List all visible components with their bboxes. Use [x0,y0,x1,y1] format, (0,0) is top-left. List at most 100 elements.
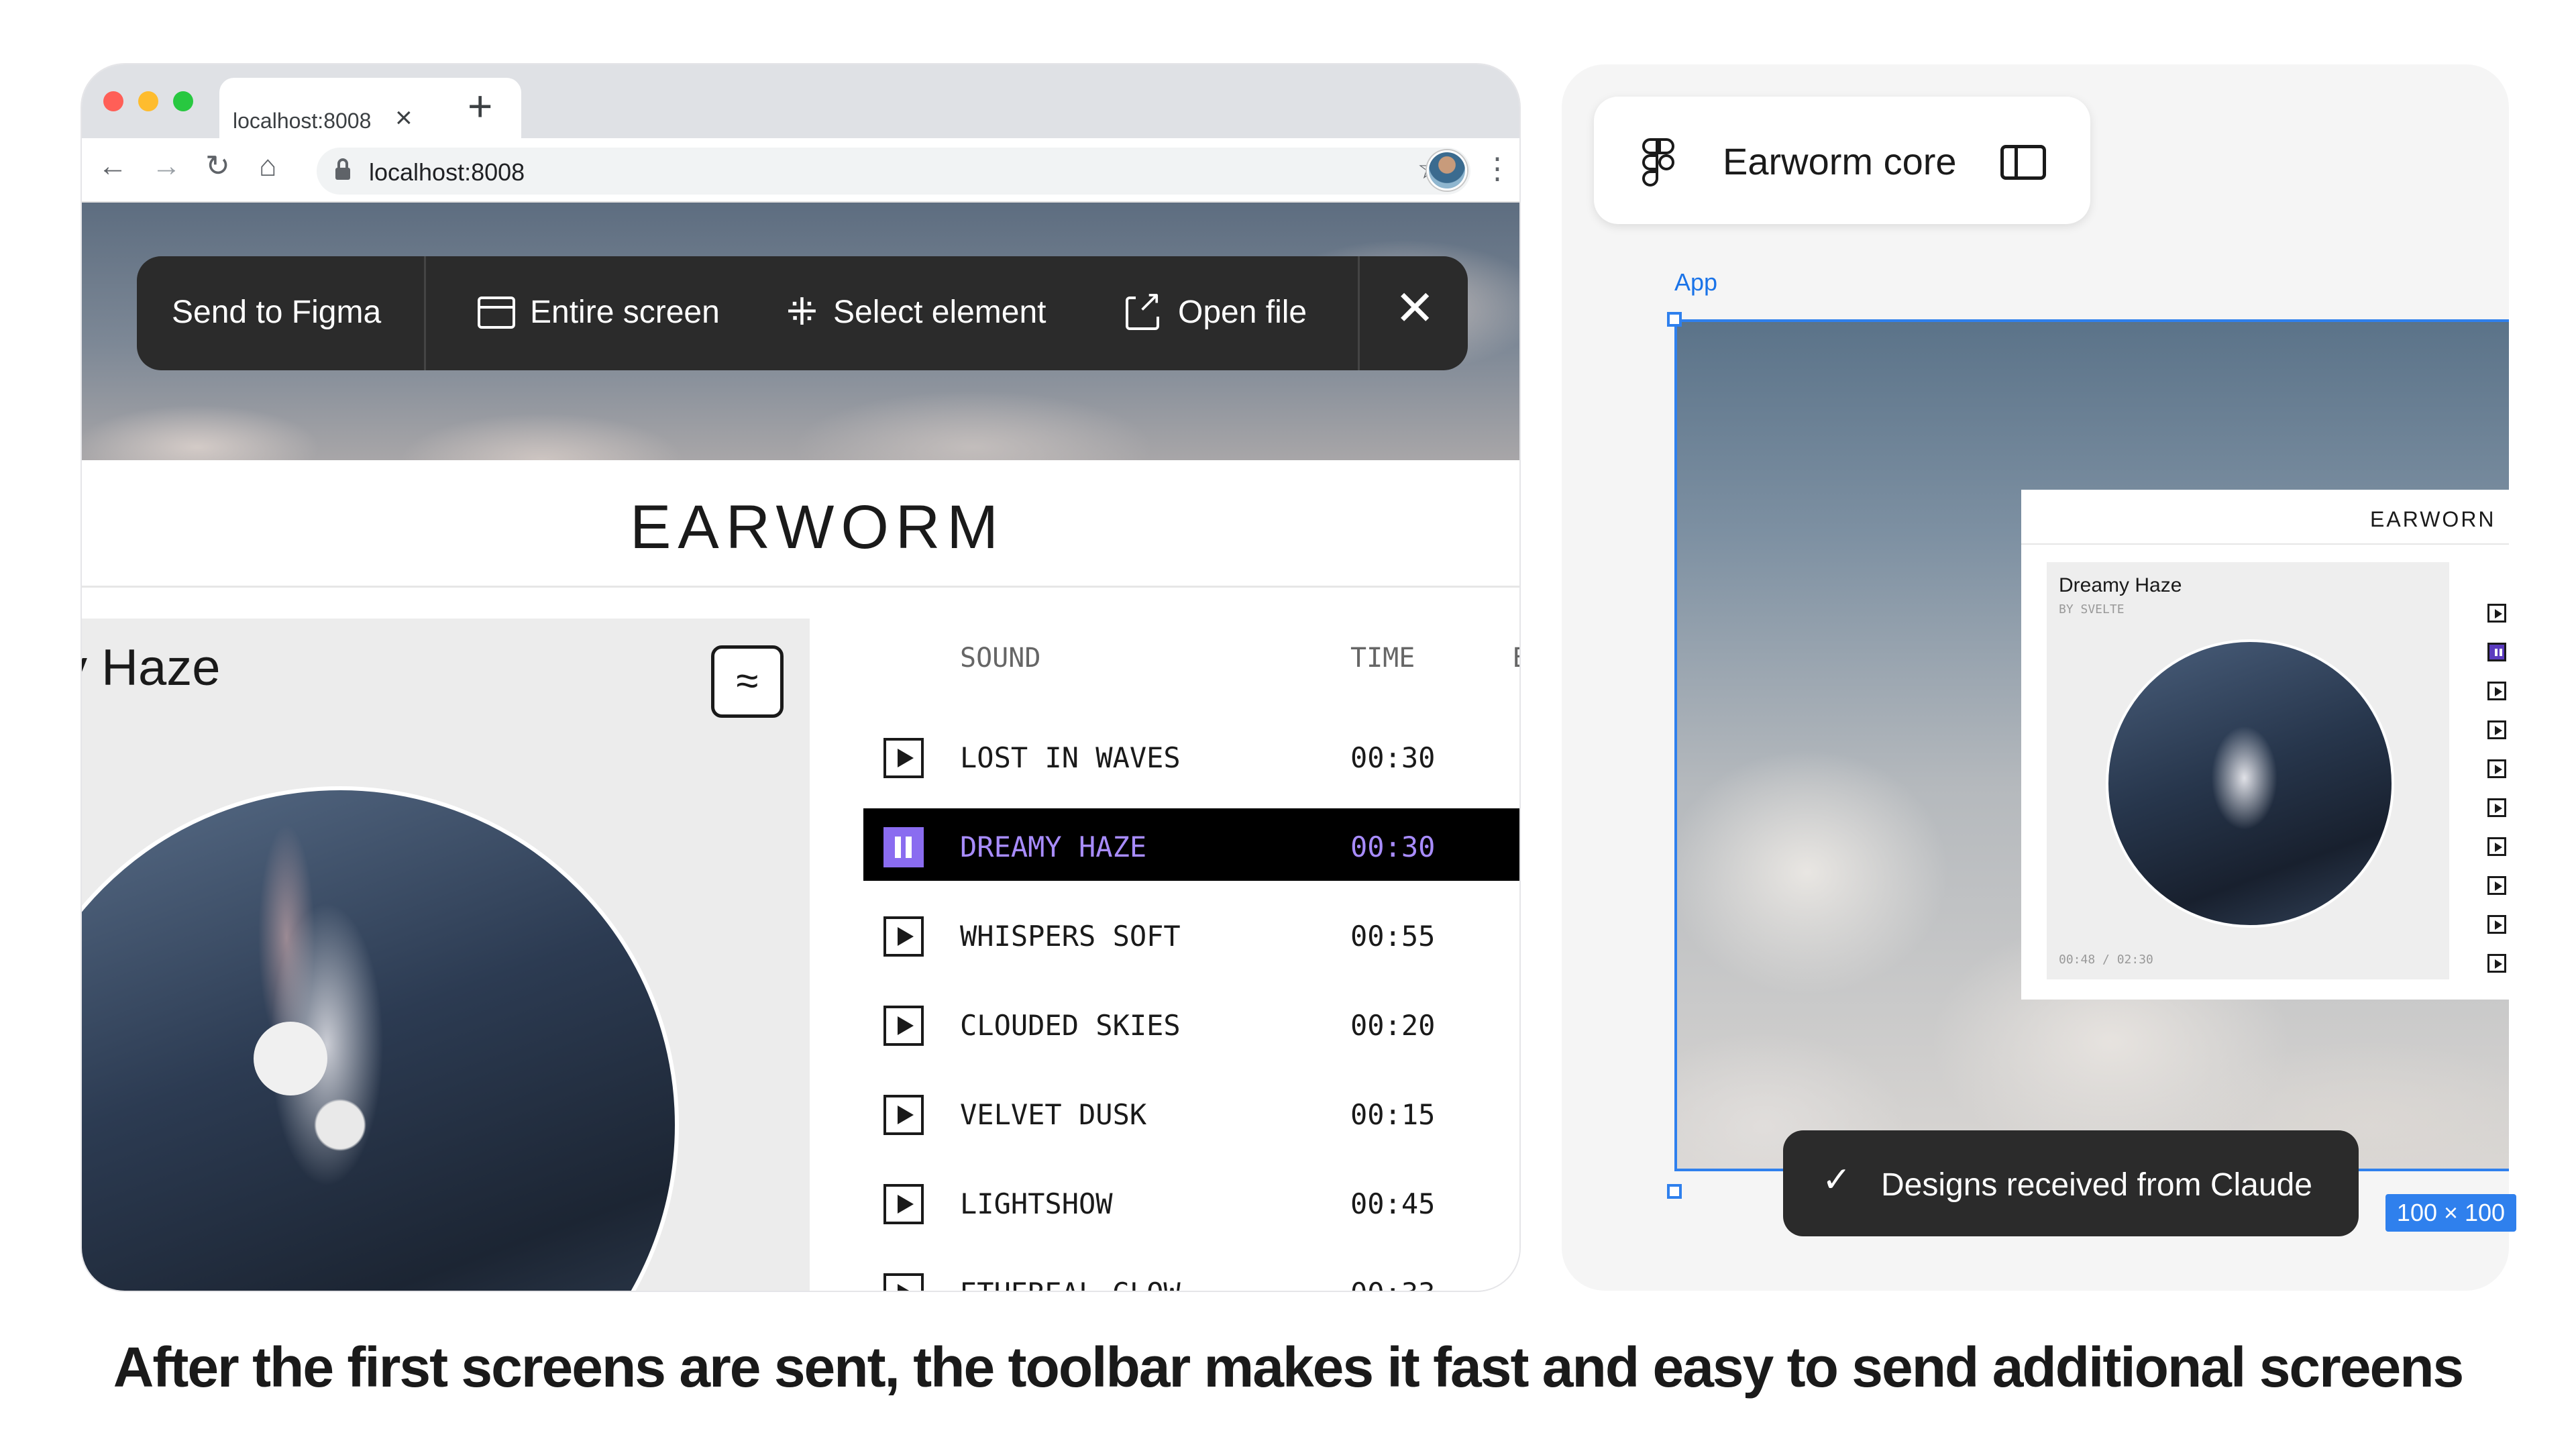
select-element-button[interactable]: Select element [833,294,1046,331]
track-time: 00:55 [1350,920,1436,953]
disc-center-hole [254,1022,327,1095]
minimize-window-button[interactable] [138,91,158,111]
new-tab-button[interactable]: + [468,85,492,127]
track-row[interactable]: LOST IN WAVES00:301 [863,719,1519,792]
back-arrow-icon[interactable]: ← [98,152,127,181]
file-name: Earworm core [1723,140,1957,182]
profile-avatar[interactable] [1427,150,1467,191]
figma-logo-icon [1642,138,1674,186]
lock-icon [335,158,350,180]
album-disc-image [82,786,679,1291]
track-time: 00:45 [1350,1187,1436,1220]
track-name: WHISPERS SOFT [960,920,1181,953]
preview-play-icon [2487,876,2506,895]
frame-preview: EARWORN Dreamy Haze BY SVELTE 00:48 / 02… [2021,490,2509,1000]
address-bar[interactable]: localhost:8008 ☆ [317,148,1470,195]
page-viewport: Send to Figma Entire screen ⁜ Select ele… [82,203,1519,1291]
app-header: EARWORM [82,460,1519,588]
play-icon[interactable] [883,1184,924,1224]
track-row[interactable]: ETHEREAL GLOW00:33( [863,1254,1519,1291]
preview-artist: BY SVELTE [2059,602,2125,616]
preview-player: Dreamy Haze BY SVELTE 00:48 / 02:30 [2047,562,2449,979]
preview-divider [2021,543,2509,545]
preview-title: Dreamy Haze [2059,574,2182,596]
track-time: 00:30 [1350,741,1436,774]
preview-logo: EARWORN [2370,507,2496,531]
home-icon[interactable]: ⌂ [259,152,277,181]
preview-time: 00:48 / 02:30 [2059,953,2153,967]
preview-play-icon [2487,604,2506,623]
checkmark-icon: ✓ [1822,1161,1851,1199]
send-to-figma-label: Send to Figma [172,294,382,330]
track-time: 00:15 [1350,1098,1436,1131]
toolbar-divider [1358,256,1360,370]
figma-canvas: Earworm core App EARWORN Dreamy Haze BY … [1562,64,2509,1291]
open-file-button[interactable]: Open file [1178,294,1307,331]
toast-notification: ✓ Designs received from Claude [1783,1130,2359,1236]
open-external-icon [1126,287,1163,330]
app-frame[interactable]: EARWORN Dreamy Haze BY SVELTE 00:48 / 02… [1674,319,2509,1171]
track-time: 00:33 [1350,1277,1435,1291]
close-toolbar-icon[interactable]: ✕ [1395,284,1435,333]
now-playing-title: y Haze [82,639,221,696]
toolbar-divider [424,256,426,370]
browser-window-icon [478,297,515,329]
close-window-button[interactable] [103,91,123,111]
preview-pause-icon [2487,643,2506,661]
track-list: SOUND TIME B LOST IN WAVES00:301DREAMY H… [810,619,1519,1291]
track-time: 00:30 [1350,830,1436,863]
send-to-figma-toolbar: Send to Figma Entire screen ⁜ Select ele… [137,256,1468,370]
earworm-logo: EARWORM [630,493,1005,561]
play-icon[interactable] [883,1273,924,1291]
entire-screen-button[interactable]: Entire screen [530,294,720,331]
url-text: localhost:8008 [369,158,525,186]
forward-arrow-icon[interactable]: → [152,152,181,181]
play-icon[interactable] [883,1095,924,1135]
track-name: LIGHTSHOW [960,1187,1113,1220]
tab-title: localhost:8008 [233,109,372,133]
frame-label[interactable]: App [1674,268,1717,297]
preview-disc-image [2106,639,2394,928]
preview-play-icon [2487,837,2506,856]
maximize-window-button[interactable] [173,91,193,111]
play-icon[interactable] [883,738,924,778]
tab-close-icon[interactable]: × [395,103,413,133]
column-header-bpm: B [1513,643,1519,674]
browser-window: localhost:8008 × + ← → ↻ ⌂ localhost:800… [82,64,1519,1291]
preview-play-icon [2487,682,2506,700]
sidebar-toggle-icon[interactable] [2000,145,2046,180]
track-name: VELVET DUSK [960,1098,1147,1131]
reload-icon[interactable]: ↻ [205,152,230,181]
column-header-time: TIME [1350,643,1415,674]
preview-play-icon [2487,915,2506,934]
frame-size-badge: 100 × 100 [2385,1194,2516,1232]
track-time: 00:20 [1350,1009,1436,1042]
preview-play-icon [2487,759,2506,778]
screenshot-stage: localhost:8008 × + ← → ↻ ⌂ localhost:800… [0,0,2576,1449]
track-name: LOST IN WAVES [960,741,1181,774]
caption: After the first screens are sent, the to… [113,1336,2465,1399]
track-name: DREAMY HAZE [960,830,1147,863]
preview-play-icon [2487,720,2506,739]
preview-play-icon [2487,954,2506,973]
play-icon[interactable] [883,916,924,957]
tab-bar: localhost:8008 × + [82,64,1519,140]
track-row[interactable]: WHISPERS SOFT00:552 [863,898,1519,970]
track-row[interactable]: DREAMY HAZE00:301 [863,808,1519,881]
track-row[interactable]: LIGHTSHOW00:451 [863,1165,1519,1238]
column-header-sound: SOUND [960,643,1041,674]
preview-play-icon [2487,798,2506,817]
track-name: ETHEREAL GLOW [960,1277,1181,1291]
track-row[interactable]: VELVET DUSK00:159 [863,1076,1519,1148]
waveform-toggle-button[interactable]: ≈ [711,645,784,718]
now-playing-panel: y Haze ≈ [82,619,810,1291]
track-name: CLOUDED SKIES [960,1009,1181,1042]
selection-handle[interactable] [1667,1184,1682,1199]
track-row[interactable]: CLOUDED SKIES00:208 [863,987,1519,1059]
navigation-bar: ← → ↻ ⌂ localhost:8008 ☆ ⋮ [82,138,1519,203]
menu-dots-icon[interactable]: ⋮ [1483,152,1512,186]
pause-icon[interactable] [883,827,924,867]
toast-message: Designs received from Claude [1881,1167,2312,1203]
play-icon[interactable] [883,1006,924,1046]
selection-handle[interactable] [1667,312,1682,327]
